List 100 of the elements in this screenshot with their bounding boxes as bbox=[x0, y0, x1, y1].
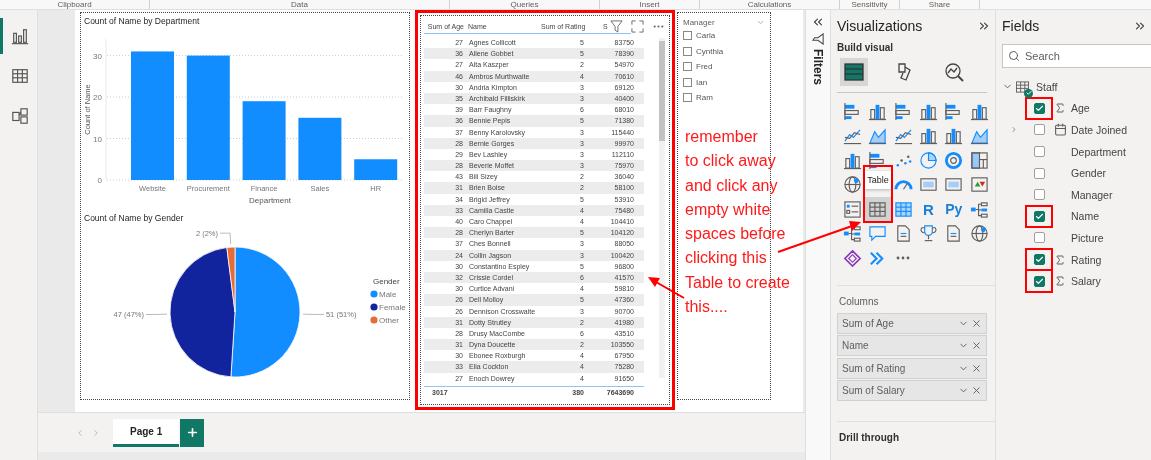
table-name[interactable]: Staff bbox=[1036, 80, 1058, 93]
column-chart-icon bbox=[919, 126, 939, 146]
sigma-icon bbox=[1054, 102, 1066, 115]
field-well[interactable]: Name bbox=[837, 335, 987, 356]
checkbox[interactable] bbox=[1033, 124, 1045, 136]
close-icon[interactable] bbox=[971, 385, 982, 396]
column-chart-icon bbox=[944, 126, 964, 146]
axis-tick-label: 20 bbox=[93, 93, 102, 103]
bar-chart-icon bbox=[11, 27, 29, 45]
build-visual-icon bbox=[843, 61, 865, 83]
field-name[interactable]: Date Joined bbox=[1071, 124, 1128, 136]
checkbox[interactable] bbox=[1033, 254, 1045, 266]
slicer-option[interactable]: Cynthia bbox=[696, 46, 724, 56]
globe-icon bbox=[843, 175, 863, 195]
field-name[interactable]: Manager bbox=[1071, 188, 1113, 201]
model-icon bbox=[11, 107, 29, 125]
checkbox[interactable] bbox=[1033, 232, 1045, 244]
speech-bubble-icon bbox=[868, 224, 888, 244]
axis-title: Department bbox=[249, 196, 291, 205]
trophy-icon bbox=[919, 224, 939, 244]
annotation-text: remember to click away and click any empty white spaces before clicking this Table to create this.... bbox=[685, 127, 790, 318]
chart-title: Count of Name by Gender bbox=[83, 212, 185, 224]
visual-type-button[interactable]: R bbox=[915, 197, 942, 222]
slicer-option[interactable]: Fred bbox=[696, 62, 713, 72]
axis-tick-label: 10 bbox=[93, 134, 102, 144]
checkbox[interactable] bbox=[1033, 210, 1045, 222]
checkbox[interactable] bbox=[1033, 275, 1045, 287]
hierarchy-icon bbox=[843, 224, 863, 244]
field-name[interactable]: Department bbox=[1071, 145, 1126, 158]
close-icon[interactable] bbox=[971, 362, 982, 374]
section-label: Columns bbox=[838, 295, 880, 307]
close-icon[interactable] bbox=[971, 317, 982, 329]
field-well[interactable]: Sum of Age bbox=[837, 312, 987, 334]
axis-tick-label: 0 bbox=[97, 176, 102, 185]
slicer-icon bbox=[843, 199, 863, 219]
table-icon bbox=[1016, 80, 1029, 93]
checkbox[interactable] bbox=[683, 46, 692, 56]
mode-tab[interactable] bbox=[840, 58, 868, 86]
filters-pane-label[interactable]: Filters bbox=[811, 49, 825, 85]
calendar-icon bbox=[1053, 123, 1067, 137]
field-name[interactable]: Gender bbox=[1071, 167, 1107, 180]
ribbon-group-label: Data bbox=[291, 0, 308, 9]
leader-line bbox=[219, 232, 232, 245]
search-icon bbox=[1008, 50, 1020, 62]
slicer-option[interactable]: Ian bbox=[696, 77, 708, 87]
checkbox[interactable] bbox=[1033, 102, 1045, 114]
checkbox[interactable] bbox=[683, 77, 692, 87]
field-name[interactable]: Name bbox=[1071, 210, 1099, 223]
kpi-icon bbox=[969, 175, 989, 195]
field-name[interactable]: Rating bbox=[1071, 253, 1102, 266]
tooltip: Table bbox=[865, 171, 891, 189]
sigma-icon bbox=[1054, 275, 1066, 288]
bar bbox=[298, 117, 342, 180]
focus-mode-icon[interactable] bbox=[631, 20, 644, 33]
close-icon[interactable] bbox=[971, 340, 982, 351]
slicer-option[interactable]: Carla bbox=[696, 31, 716, 41]
ribbon-group-label: Calculations bbox=[747, 0, 792, 9]
collapse-icon[interactable] bbox=[1133, 19, 1147, 33]
globe-icon bbox=[969, 224, 989, 244]
axis-tick-label: 30 bbox=[93, 51, 102, 61]
ribbon-group-label: Queries bbox=[510, 0, 539, 9]
checkbox[interactable] bbox=[683, 62, 692, 72]
bar-chart-icon bbox=[893, 101, 913, 121]
checkbox[interactable] bbox=[1033, 146, 1045, 158]
expand-icon[interactable] bbox=[811, 15, 825, 29]
donut-chart-icon bbox=[944, 150, 964, 170]
field-name[interactable]: Age bbox=[1071, 102, 1090, 115]
field-well[interactable]: Sum of Rating bbox=[837, 357, 987, 379]
field-well[interactable]: Sum of Salary bbox=[837, 380, 987, 401]
field-name[interactable]: Picture bbox=[1071, 231, 1104, 244]
slicer-title: Manager bbox=[683, 18, 715, 27]
scrollbar[interactable] bbox=[659, 38, 665, 378]
pane-title: Visualizations bbox=[837, 18, 923, 34]
pie-chart-icon bbox=[919, 150, 939, 170]
more-icon bbox=[896, 256, 911, 261]
search-field[interactable]: Search bbox=[1002, 44, 1151, 68]
checkbox[interactable] bbox=[683, 31, 692, 41]
table-icon bbox=[868, 199, 888, 219]
area-chart-icon bbox=[969, 126, 989, 146]
add-page-button[interactable] bbox=[180, 418, 205, 447]
field-name[interactable]: Salary bbox=[1071, 275, 1101, 288]
page-tab[interactable]: Page 1 bbox=[113, 418, 180, 447]
checkbox[interactable] bbox=[1033, 167, 1045, 179]
ribbon-group-label: Clipboard bbox=[57, 0, 92, 9]
matrix-icon bbox=[893, 199, 913, 219]
filter-icon[interactable] bbox=[610, 20, 623, 33]
ribbon-group-label: Sensitivity bbox=[851, 0, 888, 9]
ribbon-group-label: Insert bbox=[639, 0, 660, 9]
visual-type-button[interactable] bbox=[865, 197, 891, 222]
legend-label: Other bbox=[379, 316, 399, 325]
checkbox[interactable] bbox=[1033, 189, 1045, 201]
script-visual-label: R bbox=[923, 200, 934, 218]
area-chart-icon bbox=[868, 126, 888, 146]
line-chart-icon bbox=[843, 126, 863, 146]
checkbox[interactable] bbox=[683, 93, 692, 103]
pane-title: Fields bbox=[1002, 18, 1040, 34]
leader-line bbox=[145, 313, 168, 315]
section-title: Build visual bbox=[837, 42, 895, 53]
collapse-icon[interactable] bbox=[977, 19, 991, 33]
slicer-option[interactable]: Ram bbox=[696, 93, 713, 103]
